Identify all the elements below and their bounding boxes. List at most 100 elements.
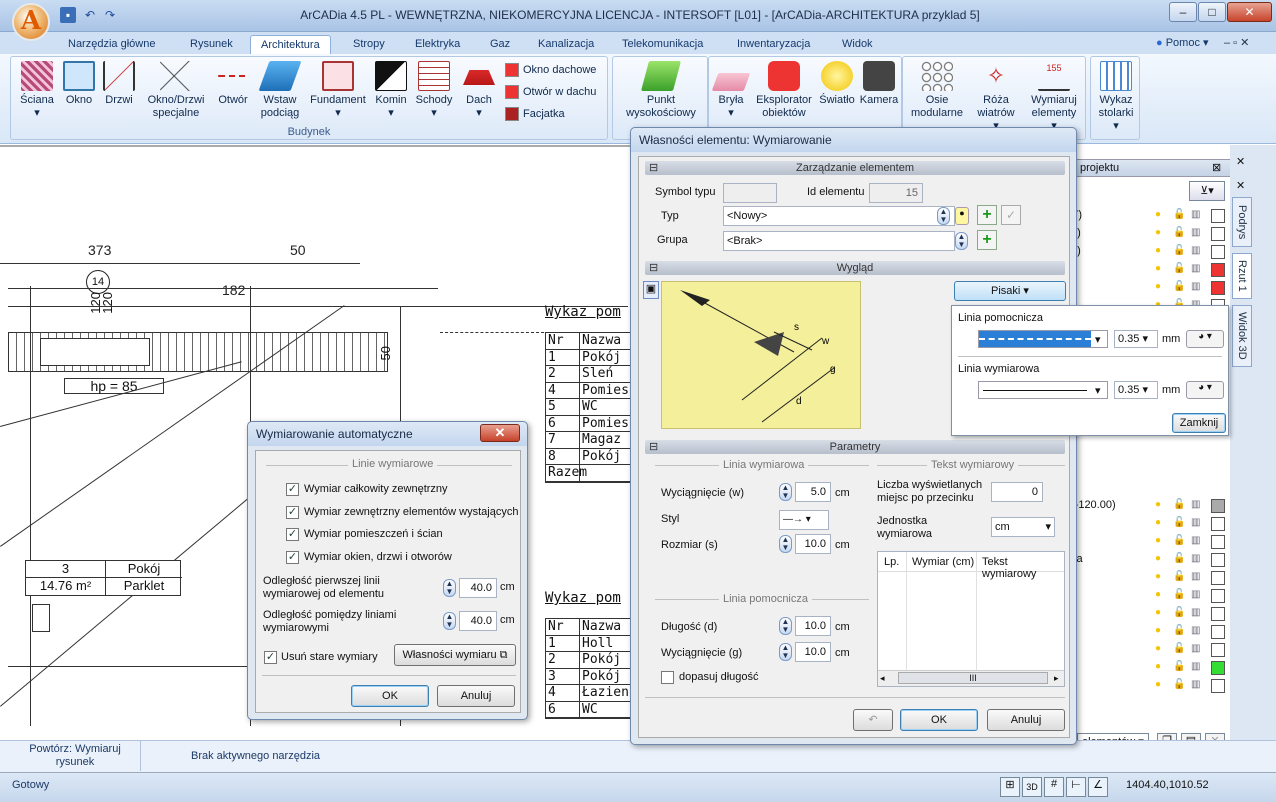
lock-icon[interactable]: 🔓 [1173, 571, 1185, 582]
beam-button[interactable]: Wstaw podciąg [255, 61, 305, 120]
color-swatch[interactable] [1211, 245, 1225, 259]
tab-kanalizacja[interactable]: Kanalizacja [528, 35, 604, 54]
tree-row[interactable]: u●🔓▥ [1071, 261, 1231, 279]
printer-icon[interactable]: ▥ [1191, 245, 1200, 256]
tree-row[interactable]: (-120.00) ● 🔓 ▥ [1071, 497, 1231, 515]
helper-extension-spinner-icon[interactable]: ▲ ▼ [779, 643, 792, 661]
style-select[interactable]: —→ ▾ [779, 510, 829, 530]
scroll-thumb[interactable]: III [898, 672, 1048, 684]
stairs-button[interactable]: Schody ▾ [413, 61, 455, 120]
tree-row[interactable]: ● 🔓 ▥ [1071, 515, 1231, 533]
printer-icon[interactable]: ▥ [1191, 553, 1200, 564]
extension-input[interactable]: 5.0 [795, 482, 831, 502]
lock-icon[interactable]: 🔓 [1173, 625, 1185, 636]
color-swatch[interactable] [1211, 661, 1225, 675]
cancel-button[interactable]: Anuluj [437, 685, 515, 707]
first-line-spinner-icon[interactable]: ▲ ▼ [443, 579, 456, 597]
color-swatch[interactable] [1211, 571, 1225, 585]
tree-row[interactable]: ● 🔓 ▥ [1071, 605, 1231, 623]
color-swatch[interactable] [1211, 679, 1225, 693]
section-params[interactable]: ⊟ Parametry [645, 440, 1065, 454]
printer-icon[interactable]: ▥ [1191, 607, 1200, 618]
printer-icon[interactable]: ▥ [1191, 643, 1200, 654]
size-input[interactable]: 10.0 [795, 534, 831, 554]
tab-telekomunikacja[interactable]: Telekomunikacja [612, 35, 713, 54]
helper-line-color-select[interactable]: ◕ ▾ [1186, 330, 1224, 348]
lock-icon[interactable]: 🔓 [1173, 553, 1185, 564]
scroll-right-icon[interactable]: ▸ [1054, 673, 1059, 684]
redo-icon[interactable]: ↷ [102, 7, 118, 23]
printer-icon[interactable]: ▥ [1191, 679, 1200, 690]
ortho-toggle-icon[interactable]: ⊢ [1066, 777, 1086, 797]
minimize-button[interactable]: – [1169, 2, 1197, 22]
tree-row[interactable]: ● 🔓 ▥ [1071, 641, 1231, 659]
color-swatch[interactable] [1211, 499, 1225, 513]
tree-row[interactable]: Y)●🔓▥ [1071, 207, 1231, 225]
between-lines-spinner-icon[interactable]: ▲ ▼ [443, 612, 456, 630]
ok-button[interactable]: OK [900, 709, 978, 731]
lock-icon[interactable]: 🔓 [1173, 535, 1185, 546]
light-bulb-icon[interactable]: ● [1155, 245, 1161, 256]
close-pens-button[interactable]: Zamknij [1172, 413, 1226, 433]
color-swatch[interactable] [1211, 643, 1225, 657]
checkbox-checked[interactable]: ✓ [286, 483, 299, 496]
tree-row[interactable]: ● 🔓 ▥ [1071, 587, 1231, 605]
tab-stropy[interactable]: Stropy [343, 35, 395, 54]
maximize-button[interactable]: □ [1198, 2, 1226, 22]
group-spinner-icon[interactable]: ▲ ▼ [955, 232, 968, 250]
tree-row[interactable]: ● 🔓 ▥ [1071, 677, 1231, 695]
lock-icon[interactable]: 🔓 [1173, 589, 1185, 600]
checkbox-unchecked[interactable] [661, 671, 674, 684]
color-swatch[interactable] [1211, 263, 1225, 277]
printer-icon[interactable]: ▥ [1191, 209, 1200, 220]
window-button[interactable]: Okno [61, 61, 97, 107]
color-swatch[interactable] [1211, 625, 1225, 639]
extension-spinner-icon[interactable]: ▲ ▼ [779, 483, 792, 501]
modular-axes-button[interactable]: Osie modularne [905, 61, 969, 120]
solid-button[interactable]: Bryła ▾ [711, 61, 751, 120]
tab-inwentaryzacja[interactable]: Inwentaryzacja [727, 35, 820, 54]
color-swatch[interactable] [1211, 281, 1225, 295]
filter-dropdown[interactable]: ⊻▾ [1189, 181, 1225, 201]
length-spinner-icon[interactable]: ▲ ▼ [779, 617, 792, 635]
light-bulb-icon[interactable]: ● [1155, 643, 1161, 654]
close-window-button[interactable]: ✕ [1227, 2, 1272, 22]
dimension-line-color-select[interactable]: ◕ ▾ [1186, 381, 1224, 399]
help-menu[interactable]: ● Pomoc ▾ [1156, 36, 1209, 49]
symbol-type-input[interactable] [723, 183, 777, 203]
first-line-distance-input[interactable]: 40.0 [459, 578, 497, 598]
tab-architektura[interactable]: Architektura [250, 35, 331, 54]
pin-icon[interactable]: ✕ [1236, 155, 1245, 168]
printer-icon[interactable]: ▥ [1191, 227, 1200, 238]
printer-icon[interactable]: ▥ [1191, 281, 1200, 292]
tree-row[interactable]: ● 🔓 ▥ [1071, 533, 1231, 551]
3d-toggle-icon[interactable]: 3D [1022, 777, 1042, 797]
section-look[interactable]: ⊟ Wygląd [645, 261, 1065, 275]
checkbox-checked[interactable]: ✓ [264, 651, 277, 664]
wall-button[interactable]: Ściana ▾ [15, 61, 59, 120]
type-select[interactable]: <Nowy> [723, 206, 955, 226]
dimension-line-style-select[interactable]: ▾ [978, 381, 1108, 399]
foundation-button[interactable]: Fundament ▾ [307, 61, 369, 120]
opening-button[interactable]: Otwór [215, 61, 251, 107]
dimension-line-width-select[interactable]: 0.35 ▾ [1114, 381, 1158, 399]
group-select[interactable]: <Brak> [723, 231, 955, 251]
helper-line-width-select[interactable]: 0.35 ▾ [1114, 330, 1158, 348]
panel-close-icon[interactable]: ⊠ [1212, 161, 1221, 174]
decimals-input[interactable]: 0 [991, 482, 1043, 502]
wind-rose-button[interactable]: ✧ Róża wiatrów ▾ [969, 61, 1023, 133]
printer-icon[interactable]: ▥ [1191, 517, 1200, 528]
type-spinner-icon[interactable]: ▲ ▼ [937, 207, 950, 225]
roof-window-button[interactable]: Okno dachowe [503, 61, 596, 81]
camera-icon[interactable]: ▣ [643, 281, 659, 299]
color-swatch[interactable] [1211, 589, 1225, 603]
roof-button[interactable]: Dach ▾ [459, 61, 499, 120]
object-explorer-button[interactable]: Eksplorator obiektów [751, 61, 817, 120]
lock-icon[interactable]: 🔓 [1173, 227, 1185, 238]
tab-gaz[interactable]: Gaz [480, 35, 520, 54]
tab-narzedzia-glowne[interactable]: Narzędzia główne [58, 35, 165, 54]
lock-icon[interactable]: 🔓 [1173, 643, 1185, 654]
lock-icon[interactable]: 🔓 [1173, 607, 1185, 618]
lock-icon[interactable]: 🔓 [1173, 499, 1185, 510]
tab-elektryka[interactable]: Elektryka [405, 35, 470, 54]
